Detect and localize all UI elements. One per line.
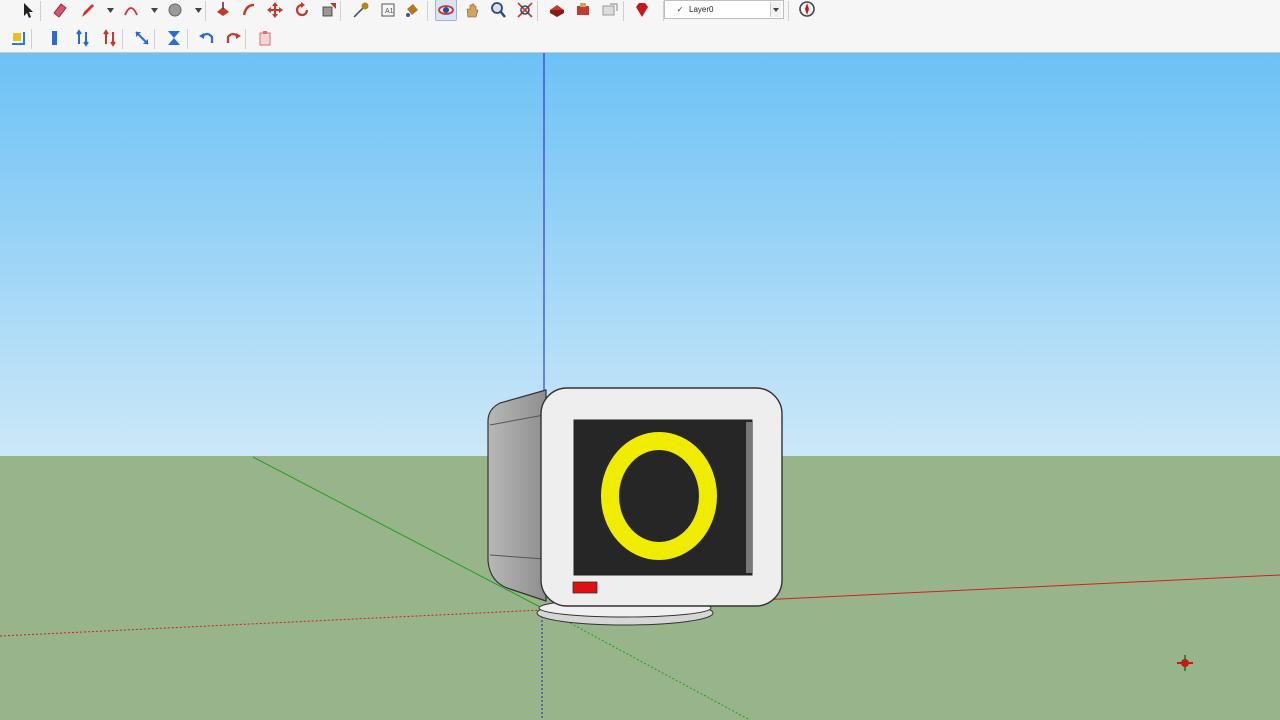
layer-dropdown[interactable]: ✓ Layer0 (664, 0, 784, 19)
tape-measure-icon[interactable] (350, 0, 372, 21)
tool-dropdown-arrow-icon[interactable] (106, 0, 114, 21)
move-icon[interactable] (264, 0, 286, 21)
undo-icon[interactable] (196, 27, 218, 49)
crt-monitor-model[interactable] (487, 387, 783, 626)
diagonal-move-icon[interactable] (131, 27, 153, 49)
scene-canvas[interactable] (0, 53, 1280, 720)
geo-location-icon[interactable] (796, 0, 818, 20)
toolbar-separator (187, 29, 188, 49)
flip-across-icon[interactable] (99, 27, 121, 49)
ruby-icon[interactable] (631, 0, 653, 21)
monitor-side (487, 389, 547, 602)
toolbar: A1 ✓ Layer0 (0, 0, 1280, 53)
tool-dropdown-arrow-icon[interactable] (150, 0, 158, 21)
zoom-extents-icon[interactable] (514, 0, 536, 21)
redo-icon[interactable] (222, 27, 244, 49)
layer-check-icon: ✓ (676, 5, 684, 14)
zoom-icon[interactable] (487, 0, 509, 21)
pencil-icon[interactable] (77, 0, 99, 21)
toolbar-separator (154, 29, 155, 49)
layer-name: Layer0 (689, 5, 714, 14)
hourglass-icon[interactable] (163, 27, 185, 49)
toolbar-separator (245, 29, 246, 49)
select-icon[interactable] (17, 0, 39, 21)
orbit-icon[interactable] (435, 0, 457, 21)
eraser-icon[interactable] (49, 0, 71, 21)
toolbar-separator (31, 29, 32, 49)
pan-icon[interactable] (461, 0, 483, 21)
toolbar-separator (40, 1, 41, 21)
screen-bezel-edge (746, 422, 752, 573)
axes-view-icon[interactable] (7, 27, 29, 49)
model-viewport[interactable] (0, 53, 1280, 720)
rotate-icon[interactable] (291, 0, 313, 21)
arc-icon[interactable] (120, 0, 142, 21)
follow-me-icon[interactable] (238, 0, 260, 21)
toolbar-separator (340, 1, 341, 21)
toolbar-separator (427, 1, 428, 21)
scale-icon[interactable] (318, 0, 340, 21)
paste-icon[interactable] (254, 27, 276, 49)
toolbar-separator (537, 1, 538, 21)
warehouse-icon[interactable] (546, 0, 568, 21)
toolbar-separator (205, 1, 206, 21)
tool-dropdown-arrow-icon[interactable] (194, 0, 202, 21)
svg-text:A1: A1 (385, 8, 394, 15)
circle-shape-icon[interactable] (164, 0, 186, 21)
toolbar-separator (623, 1, 624, 21)
paint-bucket-icon[interactable] (401, 0, 423, 21)
push-pull-icon[interactable] (212, 0, 234, 21)
flip-along-icon[interactable] (72, 27, 94, 49)
toolbar-separator (122, 29, 123, 49)
section-icon[interactable] (43, 27, 65, 49)
text-icon[interactable]: A1 (377, 0, 399, 21)
layer-dropdown-arrow-icon[interactable] (770, 2, 781, 17)
share-model-icon[interactable] (599, 0, 621, 21)
extension-warehouse-icon[interactable] (572, 0, 594, 21)
power-led (572, 581, 598, 594)
toolbar-separator (788, 1, 789, 21)
